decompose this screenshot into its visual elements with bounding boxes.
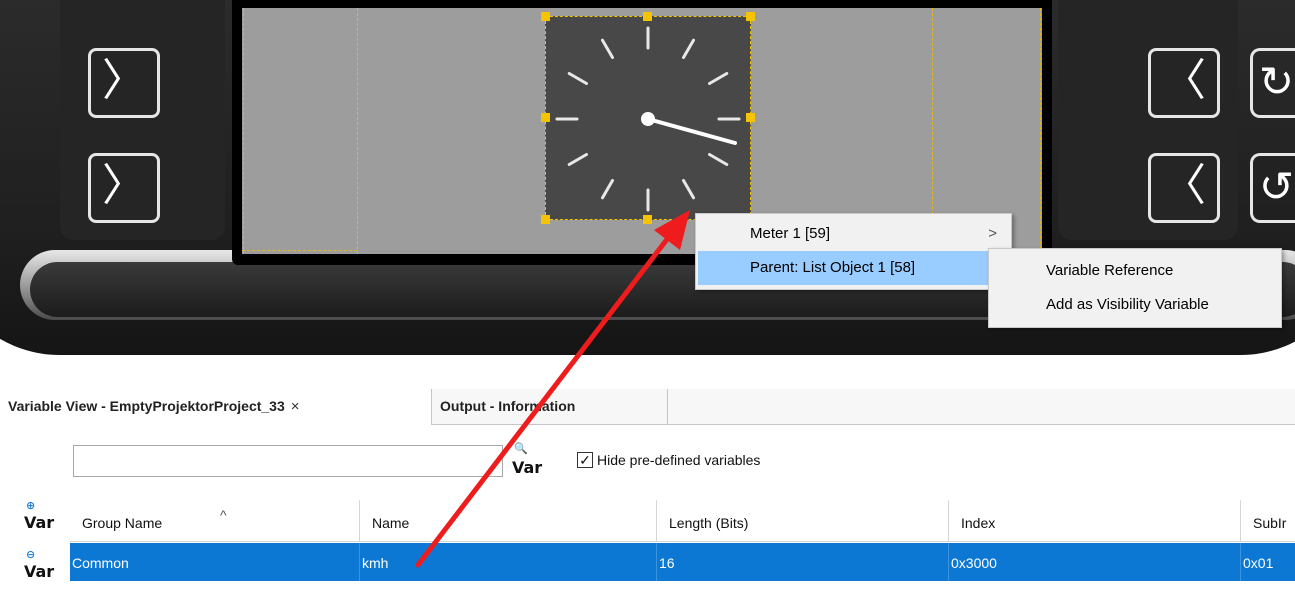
close-icon[interactable]: × xyxy=(291,398,300,415)
column-header-group-name[interactable]: Group Name ^ xyxy=(70,500,360,542)
tab-variable-view[interactable]: Variable View - EmptyProjektorProject_33… xyxy=(0,389,432,425)
search-variables-button[interactable]: 🔍 Var xyxy=(512,442,543,477)
rotate-ccw-icon[interactable]: ↺ xyxy=(1250,153,1295,223)
plus-icon: ⊕ xyxy=(26,499,36,512)
resize-handle[interactable] xyxy=(643,215,652,224)
softkey-right-2[interactable]: 〈 xyxy=(1148,153,1220,223)
chevron-left-icon: 〈 xyxy=(1162,161,1206,210)
check-icon: ✓ xyxy=(579,452,591,468)
layout-guide xyxy=(243,8,244,254)
tab-label: Output - Information xyxy=(440,398,576,414)
var-label: Var xyxy=(24,562,55,581)
menu-item-add-visibility-variable[interactable]: Add as Visibility Variable xyxy=(991,289,1279,321)
column-header-label: Index xyxy=(961,515,996,531)
softkey-left-1[interactable]: 〉 xyxy=(88,48,160,118)
column-header-subindex[interactable]: SubIr xyxy=(1241,500,1295,542)
remove-variable-button[interactable]: ⊖ Var xyxy=(24,548,55,581)
column-header-label: Group Name xyxy=(82,515,163,531)
cell-group-name[interactable]: Common xyxy=(70,543,360,581)
resize-handle[interactable] xyxy=(541,113,550,122)
search-icon: 🔍 xyxy=(514,442,528,455)
sort-ascending-icon: ^ xyxy=(220,507,227,523)
layout-guide xyxy=(1040,8,1041,254)
submenu: Variable Reference Add as Visibility Var… xyxy=(988,248,1282,328)
variable-table: Group Name ^ Name Length (Bits) Index Su… xyxy=(70,500,1295,590)
tab-label: Variable View - EmptyProjektorProject_33 xyxy=(8,398,285,414)
cell-index[interactable]: 0x3000 xyxy=(949,543,1241,581)
var-label: Var xyxy=(512,458,543,477)
cell-length[interactable]: 16 xyxy=(657,543,949,581)
menu-item-parent[interactable]: Parent: List Object 1 [58] > xyxy=(698,251,1009,285)
table-row[interactable]: Common kmh 16 0x3000 0x01 xyxy=(70,543,1295,581)
selection-outline xyxy=(545,16,751,220)
search-input[interactable] xyxy=(73,445,503,477)
chevron-left-icon: 〈 xyxy=(1162,56,1206,105)
cell-subindex[interactable]: 0x01 xyxy=(1241,543,1295,581)
menu-item-label: Parent: List Object 1 [58] xyxy=(750,259,916,276)
resize-handle[interactable] xyxy=(541,12,550,21)
var-label: Var xyxy=(24,513,55,532)
hide-predefined-checkbox[interactable]: ✓ xyxy=(577,452,593,468)
context-menu: Meter 1 [59] > Parent: List Object 1 [58… xyxy=(695,213,1012,290)
add-variable-button[interactable]: ⊕ Var xyxy=(24,499,55,532)
softkey-right-1[interactable]: 〈 xyxy=(1148,48,1220,118)
column-header-label: Name xyxy=(372,515,410,531)
cell-name[interactable]: kmh xyxy=(360,543,657,581)
chevron-right-icon: 〉 xyxy=(102,161,146,210)
resize-handle[interactable] xyxy=(541,215,550,224)
resize-handle[interactable] xyxy=(746,12,755,21)
column-header-label: SubIr xyxy=(1253,515,1287,531)
column-header-name[interactable]: Name xyxy=(360,500,657,542)
rotate-cw-icon[interactable]: ↻ xyxy=(1250,48,1295,118)
layout-guide xyxy=(357,8,358,254)
menu-item-meter[interactable]: Meter 1 [59] > xyxy=(698,217,1009,251)
panel-tab-bar: Variable View - EmptyProjektorProject_33… xyxy=(0,389,1295,425)
minus-icon: ⊖ xyxy=(26,548,36,561)
menu-item-variable-reference[interactable]: Variable Reference xyxy=(991,255,1279,287)
menu-item-label: Variable Reference xyxy=(1046,262,1174,279)
submenu-arrow-icon: > xyxy=(988,225,997,242)
layout-guide xyxy=(242,250,357,251)
hide-predefined-label: Hide pre-defined variables xyxy=(597,452,761,468)
column-header-length[interactable]: Length (Bits) xyxy=(657,500,949,542)
column-header-label: Length (Bits) xyxy=(669,515,749,531)
resize-handle[interactable] xyxy=(643,12,652,21)
softkey-left-2[interactable]: 〉 xyxy=(88,153,160,223)
menu-item-label: Add as Visibility Variable xyxy=(1046,296,1209,313)
resize-handle[interactable] xyxy=(746,113,755,122)
tab-output-information[interactable]: Output - Information xyxy=(432,389,668,424)
menu-item-label: Meter 1 [59] xyxy=(750,225,831,242)
chevron-right-icon: 〉 xyxy=(102,56,146,105)
column-header-index[interactable]: Index xyxy=(949,500,1241,542)
